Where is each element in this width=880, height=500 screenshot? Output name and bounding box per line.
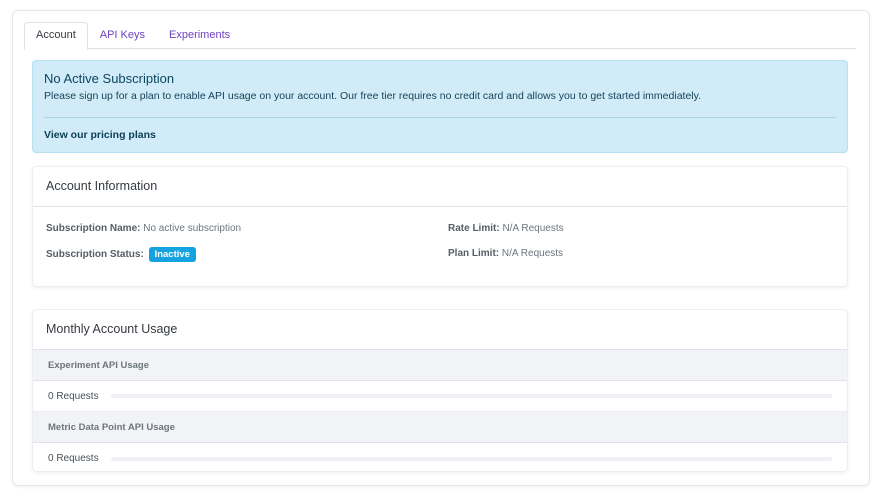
rate-limit-value: N/A Requests: [502, 223, 564, 234]
rate-limit: Rate Limit: N/A Requests: [448, 223, 564, 234]
account-information-title: Account Information: [33, 167, 847, 207]
tab-account[interactable]: Account: [24, 22, 88, 50]
experiment-api-usage-row: 0 Requests: [33, 381, 847, 412]
metric-data-point-requests: 0 Requests: [48, 453, 99, 464]
subscription-name-value: No active subscription: [143, 223, 242, 234]
monthly-usage-title: Monthly Account Usage: [33, 310, 847, 350]
status-badge: Inactive: [148, 247, 196, 262]
no-subscription-alert: No Active Subscription Please sign up fo…: [32, 60, 848, 153]
tab-api-keys[interactable]: API Keys: [88, 22, 157, 49]
subscription-status: Subscription Status: Inactive: [46, 247, 196, 262]
alert-body: Please sign up for a plan to enable API …: [44, 90, 702, 102]
account-information-card: Account Information Subscription Name: N…: [32, 166, 848, 287]
experiment-api-usage-heading: Experiment API Usage: [33, 350, 847, 381]
experiment-api-progress-bar: [110, 394, 832, 398]
metric-data-point-usage-heading: Metric Data Point API Usage: [33, 412, 847, 443]
alert-title: No Active Subscription: [44, 71, 175, 86]
plan-limit-label: Plan Limit:: [448, 248, 500, 259]
subscription-status-label: Subscription Status:: [46, 249, 144, 260]
alert-divider: [44, 117, 836, 118]
plan-limit-value: N/A Requests: [501, 248, 564, 259]
rate-limit-label: Rate Limit:: [448, 223, 500, 234]
metric-data-point-usage-row: 0 Requests: [33, 443, 847, 474]
tab-bar: Account API Keys Experiments: [24, 22, 856, 50]
subscription-name-label: Subscription Name:: [46, 223, 141, 234]
monthly-usage-card: Monthly Account Usage Experiment API Usa…: [32, 309, 848, 472]
plan-limit: Plan Limit: N/A Requests: [448, 248, 563, 259]
subscription-name: Subscription Name: No active subscriptio…: [46, 223, 241, 234]
pricing-plans-link[interactable]: View our pricing plans: [44, 129, 156, 141]
tab-experiments[interactable]: Experiments: [157, 22, 242, 49]
metric-data-point-progress-bar: [110, 456, 832, 461]
experiment-api-requests: 0 Requests: [48, 390, 99, 402]
